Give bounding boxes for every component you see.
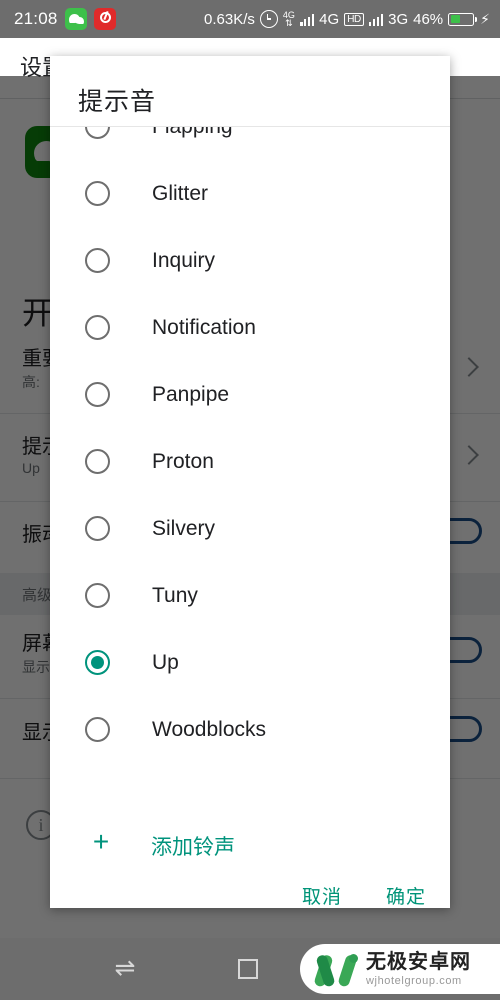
- ringtone-option[interactable]: Woodblocks: [50, 696, 450, 763]
- ringtone-option[interactable]: Flapping: [50, 127, 450, 160]
- radio-button-icon[interactable]: [85, 315, 110, 340]
- ringtone-list-inner: Flapping Glitter Inquiry Notification Panpip…: [50, 127, 450, 763]
- dialog-title: 提示音: [78, 88, 157, 116]
- alarm-clock-icon: [259, 10, 278, 28]
- battery-percent-label: 46%: [413, 10, 444, 28]
- hd-badge-icon: HD: [344, 12, 364, 26]
- watermark-text: 无极安卓网 wjhotelgroup.com: [366, 952, 471, 987]
- dialog-actions: 取消 确定: [302, 882, 426, 908]
- radio-button-icon[interactable]: [85, 516, 110, 541]
- signal-bars-icon-1: [299, 13, 315, 26]
- square-icon[interactable]: [238, 959, 258, 979]
- ringtone-option[interactable]: Silvery: [50, 495, 450, 562]
- network-type-label-2: 3G: [388, 10, 409, 28]
- confirm-button[interactable]: 确定: [386, 882, 426, 908]
- radio-button-icon[interactable]: [85, 449, 110, 474]
- ringtone-option[interactable]: Notification: [50, 294, 450, 361]
- ringtone-option-label: Panpipe: [152, 382, 230, 406]
- network-type-label-1: 4G: [319, 10, 340, 28]
- radio-button-icon[interactable]: [85, 382, 110, 407]
- netease-music-icon: [93, 8, 116, 30]
- ringtone-list[interactable]: Flapping Glitter Inquiry Notification Panpip…: [50, 127, 450, 787]
- ringtone-option-label: Proton: [152, 449, 214, 473]
- radio-button-icon[interactable]: [85, 717, 110, 742]
- status-bar-clock: 21:08: [14, 9, 58, 28]
- add-ringtone-row[interactable]: + 添加铃声: [50, 814, 450, 874]
- ringtone-picker-dialog: 提示音 Flapping Glitter Inquiry Notification Pa…: [50, 56, 450, 908]
- ringtone-option-label: Notification: [152, 315, 256, 339]
- wechat-icon: [64, 8, 87, 30]
- add-ringtone-label: 添加铃声: [151, 836, 235, 859]
- radio-button-icon[interactable]: [85, 181, 110, 206]
- ringtone-option-label: Flapping: [152, 127, 233, 139]
- radio-button-icon[interactable]: [85, 583, 110, 608]
- radio-button-icon[interactable]: [85, 127, 110, 139]
- radio-button-selected-icon[interactable]: [85, 650, 110, 675]
- plus-icon: +: [92, 826, 110, 857]
- bolt-icon: ⚡: [480, 10, 490, 27]
- radio-button-icon[interactable]: [85, 248, 110, 273]
- network-speed-label: 0.63K/s: [204, 10, 255, 28]
- status-bar-right: 0.63K/s 4G ⇅ 4G HD 3G 46% ⚡: [204, 10, 500, 28]
- cancel-button[interactable]: 取消: [302, 882, 342, 908]
- ringtone-option[interactable]: Up: [50, 629, 450, 696]
- ringtone-option[interactable]: Panpipe: [50, 361, 450, 428]
- ringtone-option[interactable]: Glitter: [50, 160, 450, 227]
- battery-icon: [448, 12, 478, 26]
- status-bar: 21:08 0.63K/s 4G ⇅ 4G HD 3G 46% ⚡: [0, 0, 500, 38]
- ringtone-option[interactable]: Proton: [50, 428, 450, 495]
- status-bar-left: 21:08: [0, 8, 116, 30]
- ringtone-option[interactable]: Inquiry: [50, 227, 450, 294]
- watermark-name-en: wjhotelgroup.com: [366, 974, 462, 987]
- watermark: 无极安卓网 wjhotelgroup.com: [300, 944, 500, 994]
- ringtone-option-label: Silvery: [152, 516, 216, 540]
- ringtone-option-label: Glitter: [152, 181, 209, 205]
- signal-bars-icon-2: [368, 13, 384, 26]
- swap-arrows-icon[interactable]: ⇌: [108, 956, 142, 981]
- ringtone-option-label: Up: [152, 650, 179, 674]
- ringtone-option-label: Tuny: [152, 583, 198, 607]
- ringtone-option[interactable]: Tuny: [50, 562, 450, 629]
- ringtone-option-label: Woodblocks: [152, 717, 267, 741]
- w-logo-icon: [312, 952, 358, 988]
- ringtone-option-label: Inquiry: [152, 248, 216, 272]
- watermark-name-cn: 无极安卓网: [366, 950, 471, 973]
- data-transfer-icon: 4G ⇅: [282, 10, 295, 28]
